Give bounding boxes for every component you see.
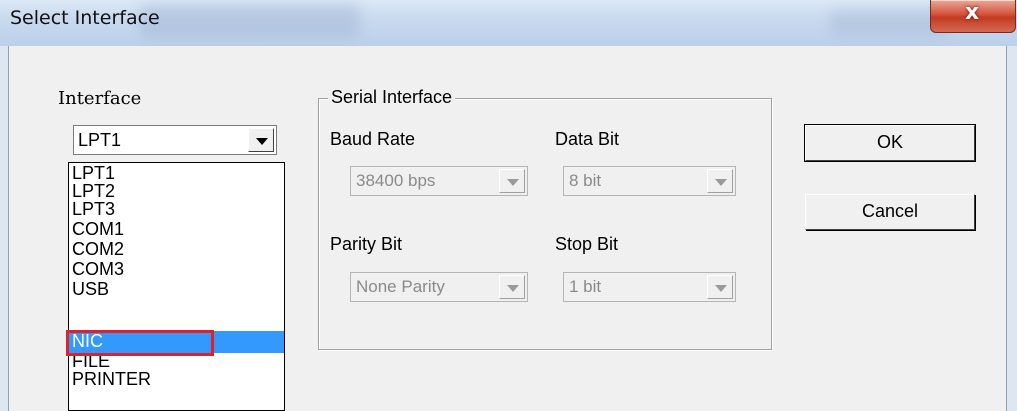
title-blur-region [140, 4, 360, 38]
chevron-down-icon [715, 285, 727, 292]
serial-interface-group-title: Serial Interface [328, 87, 456, 108]
title-bar: Select Interface x [0, 0, 1017, 46]
chevron-down-icon [715, 179, 727, 186]
data-bit-label: Data Bit [555, 129, 620, 149]
dropdown-option-lpt3[interactable]: LPT3 [69, 199, 284, 221]
chevron-down-icon [507, 179, 519, 186]
cancel-button[interactable]: Cancel [805, 194, 975, 230]
data-bit-dropdown-button[interactable] [707, 169, 733, 193]
stop-bit-select[interactable]: 1 bit [563, 272, 736, 302]
dropdown-option-com1[interactable]: COM1 [69, 219, 284, 241]
stop-bit-value: 1 bit [569, 277, 602, 296]
interface-dropdown-button[interactable] [248, 128, 274, 152]
dropdown-option-com3[interactable]: COM3 [69, 259, 284, 281]
chevron-down-icon [256, 138, 268, 145]
chevron-down-icon [507, 285, 519, 292]
close-icon: x [965, 0, 980, 25]
window-title: Select Interface [10, 7, 160, 29]
ok-button[interactable]: OK [804, 124, 976, 162]
close-button[interactable]: x [930, 0, 1016, 33]
data-bit-value: 8 bit [569, 171, 602, 190]
dropdown-option-com2[interactable]: COM2 [69, 239, 284, 261]
dropdown-option-usb[interactable]: USB [69, 279, 284, 301]
baud-rate-dropdown-button[interactable] [499, 169, 525, 193]
parity-bit-select[interactable]: None Parity [350, 272, 528, 302]
stop-bit-dropdown-button[interactable] [707, 275, 733, 299]
interface-selected-value: LPT1 [78, 130, 122, 150]
parity-bit-value: None Parity [356, 277, 445, 296]
parity-bit-dropdown-button[interactable] [499, 275, 525, 299]
parity-bit-label: Parity Bit [330, 234, 403, 254]
interface-combobox[interactable]: LPT1 [73, 125, 277, 155]
baud-rate-label: Baud Rate [330, 129, 416, 149]
interface-dropdown-list[interactable]: LPT1 LPT2 LPT3 COM1 COM2 COM3 USB NIC FI… [68, 162, 285, 411]
baud-rate-select[interactable]: 38400 bps [350, 166, 528, 196]
interface-label: Interface [58, 88, 142, 109]
dropdown-option-printer[interactable]: PRINTER [69, 369, 284, 391]
data-bit-select[interactable]: 8 bit [563, 166, 736, 196]
annotation-highlight-box [66, 330, 214, 356]
stop-bit-label: Stop Bit [555, 234, 619, 254]
baud-rate-value: 38400 bps [356, 171, 436, 190]
